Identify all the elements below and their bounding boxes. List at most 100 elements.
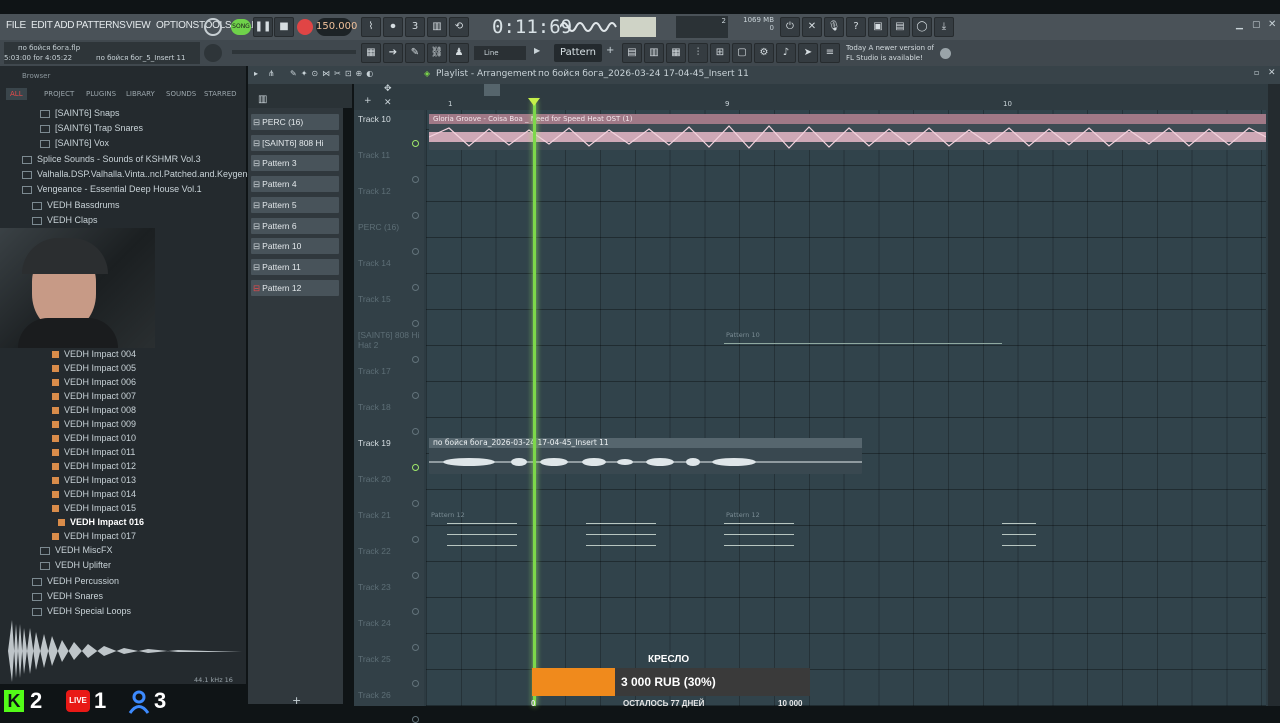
playlist-menu-icon[interactable]: ▸ bbox=[254, 69, 258, 78]
playlist-scrollbar[interactable] bbox=[1268, 84, 1280, 706]
browser-folder[interactable]: VEDH Claps bbox=[32, 215, 98, 225]
browser-file[interactable]: VEDH Impact 016 bbox=[58, 517, 144, 527]
metronome-view-icon[interactable]: ≡ bbox=[820, 43, 840, 63]
pattern-12-clip-a[interactable]: Pattern 12 bbox=[429, 510, 759, 548]
browser-folder[interactable]: VEDH MiscFX bbox=[40, 545, 113, 555]
track-label[interactable]: Track 26 bbox=[358, 690, 391, 700]
audio-clip-coisa-boa[interactable]: Gloria Groove - Coisa Boa _ Need for Spe… bbox=[429, 114, 1266, 150]
loop-record-icon[interactable]: ⟲ bbox=[449, 17, 469, 37]
add-track-icon[interactable]: + bbox=[292, 694, 301, 707]
pattern-prev-icon[interactable]: ▶ bbox=[534, 46, 540, 55]
track-mute-icon[interactable] bbox=[412, 572, 419, 579]
timeline-add-icon[interactable]: + bbox=[364, 96, 372, 106]
help-icon[interactable]: ? bbox=[846, 17, 866, 37]
piano-roll-icon[interactable]: ▦ bbox=[361, 43, 381, 63]
track-mute-icon[interactable] bbox=[412, 608, 419, 615]
track-label[interactable]: Track 24 bbox=[358, 618, 391, 628]
snap-selector[interactable]: Line bbox=[474, 46, 526, 60]
pattern-item[interactable]: ⊟ Pattern 6 bbox=[251, 217, 339, 234]
pencil-icon[interactable]: ✎ bbox=[405, 43, 425, 63]
track-mute-icon[interactable] bbox=[412, 248, 419, 255]
browser-file[interactable]: VEDH Impact 012 bbox=[52, 461, 136, 471]
track-label[interactable]: Track 23 bbox=[358, 582, 391, 592]
browser-file[interactable]: VEDH Impact 004 bbox=[52, 349, 136, 359]
mixer-view-icon[interactable]: ⫶ bbox=[688, 43, 708, 63]
browser-file[interactable]: VEDH Impact 015 bbox=[52, 503, 136, 513]
track-mute-icon[interactable] bbox=[412, 428, 419, 435]
playlist-icon[interactable]: ▤ bbox=[622, 43, 642, 63]
track-label[interactable]: Track 12 bbox=[358, 186, 391, 196]
track-mute-icon[interactable] bbox=[412, 536, 419, 543]
chat-icon[interactable]: ◯ bbox=[912, 17, 932, 37]
playlist-close-icon[interactable]: ✕ bbox=[1268, 68, 1276, 78]
pattern-item[interactable]: ⊟[SAINT6] 808 Hi Hat 2 bbox=[251, 134, 339, 164]
browser-folder[interactable]: [SAINT6] Trap Snares bbox=[40, 123, 143, 133]
minimize-button[interactable]: ▁ bbox=[1236, 20, 1243, 30]
video-icon[interactable]: ➤ bbox=[798, 43, 818, 63]
track-label[interactable]: Track 25 bbox=[358, 654, 391, 664]
track-mute-icon[interactable] bbox=[412, 212, 419, 219]
pattern-item[interactable]: ⊟ Pattern 11 bbox=[251, 258, 339, 275]
browser-file[interactable]: VEDH Impact 005 bbox=[52, 363, 136, 373]
audio-clip-insert-11[interactable]: по бойся бога_2026-03-24 17-04-45_Insert… bbox=[429, 438, 862, 474]
record-button[interactable] bbox=[297, 19, 313, 35]
playlist-restore-icon[interactable]: ▫ bbox=[1254, 68, 1259, 77]
browser-folder[interactable]: Vengeance - Essential Deep House Vol.1 bbox=[22, 184, 202, 194]
pattern-item[interactable]: ⊟ Pattern 4 bbox=[251, 176, 339, 193]
browser-file[interactable]: VEDH Impact 008 bbox=[52, 405, 136, 415]
microphone-icon[interactable]: 🎙 bbox=[824, 17, 844, 37]
metronome-icon[interactable]: ⌇ bbox=[361, 17, 381, 37]
track-label[interactable]: Track 17 bbox=[358, 366, 391, 376]
browser-folder[interactable]: [SAINT6] Vox bbox=[40, 138, 109, 148]
browser-folder[interactable]: [SAINT6] Snaps bbox=[40, 108, 120, 118]
track-label[interactable]: Track 21 bbox=[358, 510, 391, 520]
playhead[interactable] bbox=[533, 100, 536, 706]
browser-folder[interactable]: Splice Sounds - Sounds of KSHMR Vol.3 bbox=[22, 154, 201, 164]
browser-file[interactable]: VEDH Impact 014 bbox=[52, 489, 136, 499]
browser-file[interactable]: VEDH Impact 013 bbox=[52, 475, 136, 485]
countdown-icon[interactable]: 3 bbox=[405, 17, 425, 37]
track-label[interactable]: Track 10 bbox=[358, 114, 391, 124]
browser-file[interactable]: VEDH Impact 011 bbox=[52, 447, 135, 457]
link-icon[interactable]: ⛓ bbox=[427, 43, 447, 63]
track-mute-icon[interactable] bbox=[412, 392, 419, 399]
track-label[interactable]: Track 22 bbox=[358, 546, 391, 556]
timeline-zoom-icon[interactable]: ✥ bbox=[384, 84, 392, 94]
download-icon[interactable]: ⤓ bbox=[934, 17, 954, 37]
playhead-marker-icon[interactable] bbox=[528, 98, 540, 106]
track-label[interactable]: Track 14 bbox=[358, 258, 391, 268]
browser-file[interactable]: VEDH Impact 010 bbox=[52, 433, 136, 443]
browser-folder[interactable]: VEDH Percussion bbox=[32, 576, 119, 586]
maximize-button[interactable]: ▢ bbox=[1252, 20, 1261, 30]
close-button[interactable]: ✕ bbox=[1268, 19, 1276, 30]
arrow-icon[interactable]: ➔ bbox=[383, 43, 403, 63]
pattern-10-clip[interactable]: Pattern 10 bbox=[724, 330, 1002, 346]
plugin-picker-icon[interactable]: ⊞ bbox=[710, 43, 730, 63]
track-mute-icon[interactable] bbox=[412, 284, 419, 291]
pause-button[interactable]: ❚❚ bbox=[253, 17, 273, 37]
update-notice[interactable]: Today A newer version of FL Studio is av… bbox=[846, 43, 934, 63]
tempo-display[interactable]: 150.000 bbox=[316, 18, 357, 36]
mixer-icon[interactable]: ✕ bbox=[802, 17, 822, 37]
arrangement-grid[interactable] bbox=[426, 110, 1266, 706]
track-label[interactable]: Track 18 bbox=[358, 402, 391, 412]
browser-folder[interactable]: VEDH Bassdrums bbox=[32, 200, 120, 210]
stamp-icon[interactable]: ♟ bbox=[449, 43, 469, 63]
add-pattern-icon[interactable]: + bbox=[606, 45, 614, 56]
stop-button[interactable]: ■ bbox=[274, 17, 294, 37]
track-mute-icon[interactable] bbox=[412, 176, 419, 183]
browser-folder[interactable]: VEDH Uplifter bbox=[40, 560, 111, 570]
pattern-12-clip-b[interactable]: Pattern 12 bbox=[724, 510, 1054, 548]
plugin-database-icon[interactable]: ▤ bbox=[890, 17, 910, 37]
tools-icon[interactable]: ⚙ bbox=[754, 43, 774, 63]
timeline-scroll-thumb[interactable] bbox=[484, 84, 500, 96]
track-label[interactable]: Track 15 bbox=[358, 294, 391, 304]
timeline-ruler[interactable]: + ✥ ✕ 1 9 10 bbox=[354, 84, 1268, 110]
channel-rack-toggle-icon[interactable]: ▥ bbox=[258, 94, 267, 105]
step-edit-icon[interactable]: ▥ bbox=[427, 17, 447, 37]
browser-folder[interactable]: Valhalla.DSP.Valhalla.Vinta..ncl.Patched… bbox=[22, 169, 268, 179]
pattern-item[interactable]: ⊟ Pattern 10 bbox=[251, 238, 339, 255]
track-mute-icon[interactable] bbox=[412, 680, 419, 687]
track-label[interactable]: Track 19 bbox=[358, 438, 391, 448]
track-label[interactable]: Track 11 bbox=[358, 150, 390, 160]
